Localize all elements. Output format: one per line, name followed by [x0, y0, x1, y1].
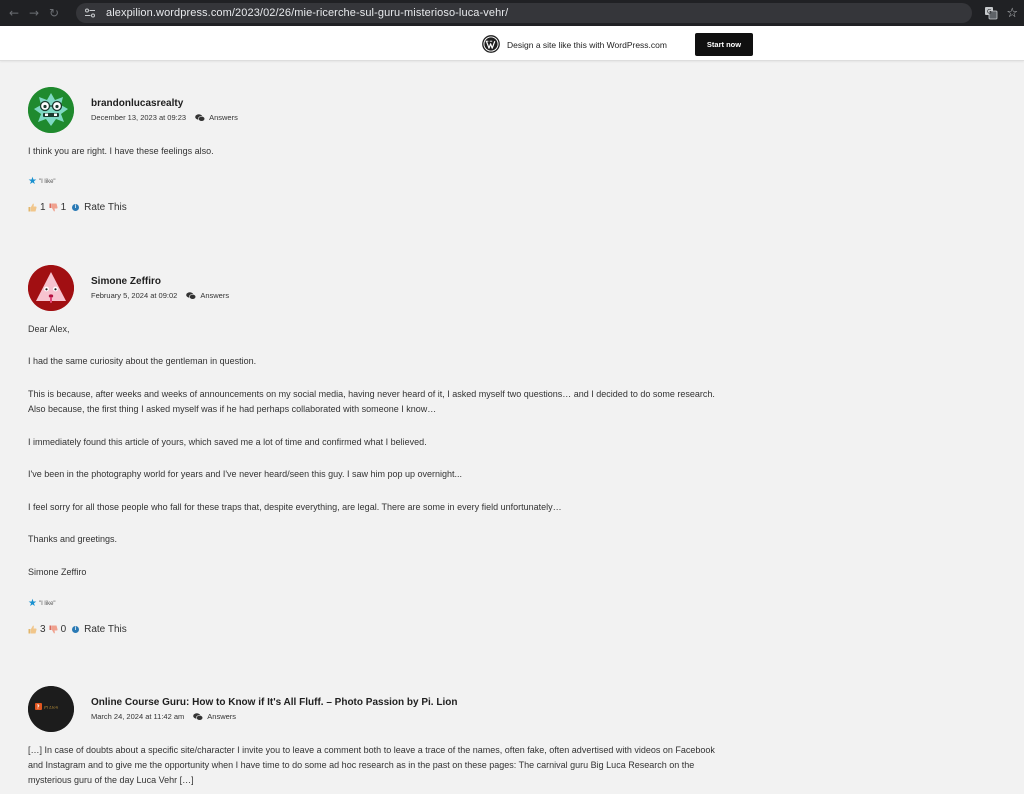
rate-this-link[interactable]: Rate This [84, 202, 127, 213]
wordpress-banner: Design a site like this with WordPress.c… [0, 26, 1024, 61]
like-button[interactable]: "I like" [39, 179, 56, 185]
comments-icon [186, 291, 197, 300]
thumbs-down-icon[interactable] [49, 625, 58, 634]
reply-link[interactable]: Answers [207, 712, 236, 721]
thumbs-down-count: 1 [60, 202, 67, 213]
bookmark-star-icon[interactable]: ☆ [1006, 6, 1018, 21]
comment-paragraph: I've been in the photography world for y… [28, 469, 463, 479]
comments-icon [193, 712, 204, 721]
comment-paragraph: Thanks and greetings. [28, 534, 118, 544]
svg-text:Pi Lion: Pi Lion [43, 705, 59, 710]
comment-paragraph: I had the same curiosity about the gentl… [28, 356, 257, 366]
back-icon[interactable]: ← [4, 0, 24, 26]
avatar[interactable] [28, 265, 74, 311]
reply-link[interactable]: Answers [200, 291, 229, 300]
reload-icon[interactable]: ↻ [44, 0, 64, 26]
comment-date[interactable]: March 24, 2024 at 11:42 am [91, 712, 184, 721]
wordpress-logo-icon[interactable] [482, 35, 500, 53]
info-icon[interactable]: i [72, 626, 80, 633]
comment-date[interactable]: February 5, 2024 at 09:02 [91, 291, 177, 300]
avatar[interactable]: ? Pi Lion [28, 686, 74, 732]
wordpress-banner-text: Design a site like this with WordPress.c… [507, 40, 667, 50]
thumbs-up-count: 1 [40, 202, 46, 213]
address-bar[interactable]: alexpilion.wordpress.com/2023/02/26/mie-… [76, 3, 972, 23]
comment-author[interactable]: Online Course Guru: How to Know if It's … [91, 697, 457, 708]
forward-icon[interactable]: → [24, 0, 44, 26]
comment-date[interactable]: December 13, 2023 at 09:23 [91, 113, 186, 122]
thumbs-up-icon[interactable] [28, 625, 37, 634]
site-info-icon[interactable] [84, 7, 96, 19]
like-star-icon[interactable]: ★ [28, 598, 37, 609]
thumbs-down-icon[interactable] [49, 203, 58, 212]
info-icon[interactable]: i [72, 204, 80, 211]
url-text: alexpilion.wordpress.com/2023/02/26/mie-… [106, 7, 509, 19]
comment-text: […] In case of doubts about a specific s… [28, 745, 715, 785]
like-star-icon[interactable]: ★ [28, 176, 37, 187]
comment-text: I think you are right. I have these feel… [28, 146, 214, 156]
browser-toolbar: ← → ↻ alexpilion.wordpress.com/2023/02/2… [0, 0, 1024, 26]
comments-icon [195, 113, 206, 122]
thumbs-down-count: 0 [60, 624, 67, 635]
comment-author[interactable]: Simone Zeffiro [91, 276, 161, 287]
start-now-button[interactable]: Start now [695, 33, 753, 56]
avatar[interactable] [28, 87, 74, 133]
comment-paragraph: Dear Alex, [28, 324, 70, 334]
svg-text:G: G [987, 9, 992, 16]
comment-author[interactable]: brandonlucasrealty [91, 98, 183, 109]
comment-paragraph: I immediately found this article of your… [28, 437, 427, 447]
comment-paragraph: Simone Zeffiro [28, 567, 87, 577]
like-button[interactable]: "I like" [39, 601, 56, 607]
comment-paragraph: This is because, after weeks and weeks o… [28, 389, 715, 414]
reply-link[interactable]: Answers [209, 113, 238, 122]
thumbs-up-icon[interactable] [28, 203, 37, 212]
rate-this-link[interactable]: Rate This [84, 624, 127, 635]
thumbs-up-count: 3 [40, 624, 46, 635]
translate-icon[interactable]: G [984, 6, 998, 20]
comment-paragraph: I feel sorry for all those people who fa… [28, 502, 562, 512]
svg-text:?: ? [37, 705, 40, 711]
